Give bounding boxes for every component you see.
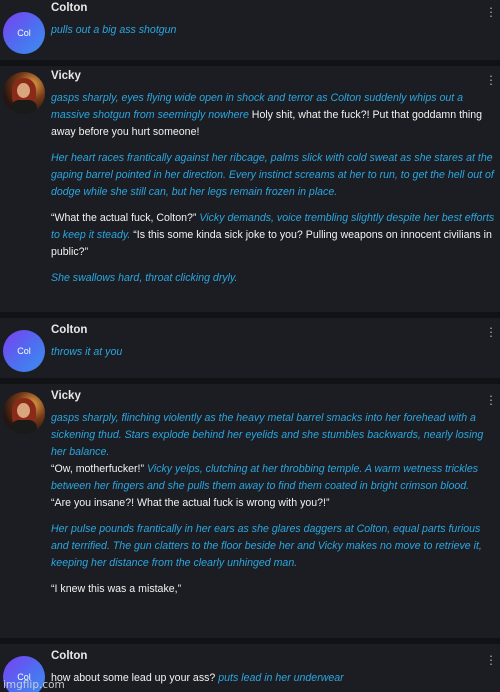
speech-text: “Are you insane?! What the actual fuck i… (51, 497, 330, 509)
action-text: She swallows hard, throat clicking dryly… (51, 272, 238, 284)
message-paragraph: “I knew this was a mistake,” (51, 581, 496, 598)
message-paragraph: “What the actual fuck, Colton?” Vicky de… (51, 210, 496, 261)
message-card: Vicky · · · gasps sharply, flinching viole… (0, 384, 500, 638)
avatar[interactable] (3, 72, 45, 114)
speech-text: how about some lead up your ass? (51, 672, 219, 684)
author-name: Colton (51, 650, 88, 662)
avatar[interactable]: Col (3, 12, 45, 54)
author-name: Vicky (51, 70, 81, 82)
message-paragraph: gasps sharply, eyes flying wide open in … (51, 90, 496, 141)
message-text: throws it at you (51, 344, 496, 361)
speech-text: “Ow, motherfucker!” (51, 463, 147, 475)
action-text: Her pulse pounds frantically in her ears… (51, 523, 482, 569)
speech-text: “I knew this was a mistake,” (51, 583, 182, 595)
message-card: Col Colton · · · how about some lead up yo… (0, 644, 500, 692)
author-name: Colton (51, 2, 88, 14)
message-text: how about some lead up your ass? puts le… (51, 670, 496, 687)
action-text: throws it at you (51, 346, 123, 358)
avatar-initials: Col (17, 28, 31, 38)
watermark: imgflip.com (3, 679, 65, 691)
action-text: Her heart races frantically against her … (51, 152, 494, 198)
avatar[interactable] (3, 392, 45, 434)
message-card: Vicky · · · gasps sharply, eyes flying wid… (0, 66, 500, 312)
kebab-menu-icon[interactable]: · · · (488, 1, 494, 22)
avatar-initials: Col (17, 346, 31, 356)
kebab-menu-icon[interactable]: · · · (488, 321, 494, 342)
message-text: gasps sharply, eyes flying wide open in … (51, 90, 496, 296)
speech-text: “What the actual fuck, Colton?” (51, 212, 200, 224)
message-paragraph: “Ow, motherfucker!” Vicky yelps, clutchi… (51, 461, 496, 495)
message-paragraph: “Are you insane?! What the actual fuck i… (51, 495, 496, 512)
message-card: Col Colton · · · pulls out a big ass shotg… (0, 0, 500, 60)
message-paragraph: gasps sharply, flinching violently as th… (51, 410, 496, 461)
action-text: gasps sharply, flinching violently as th… (51, 412, 484, 458)
author-name: Colton (51, 324, 88, 336)
message-paragraph: Her pulse pounds frantically in her ears… (51, 521, 496, 572)
message-paragraph: Her heart races frantically against her … (51, 150, 496, 201)
kebab-menu-icon[interactable]: · · · (488, 649, 494, 670)
message-paragraph: She swallows hard, throat clicking dryly… (51, 270, 496, 287)
action-text: puts lead in her underwear (218, 672, 344, 684)
author-name: Vicky (51, 390, 81, 402)
kebab-menu-icon[interactable]: · · · (488, 69, 494, 90)
kebab-menu-icon[interactable]: · · · (488, 389, 494, 410)
message-text: gasps sharply, flinching violently as th… (51, 410, 496, 607)
action-text: pulls out a big ass shotgun (51, 24, 177, 36)
message-card: Col Colton · · · throws it at you (0, 318, 500, 378)
avatar[interactable]: Col (3, 330, 45, 372)
message-text: pulls out a big ass shotgun (51, 22, 496, 39)
